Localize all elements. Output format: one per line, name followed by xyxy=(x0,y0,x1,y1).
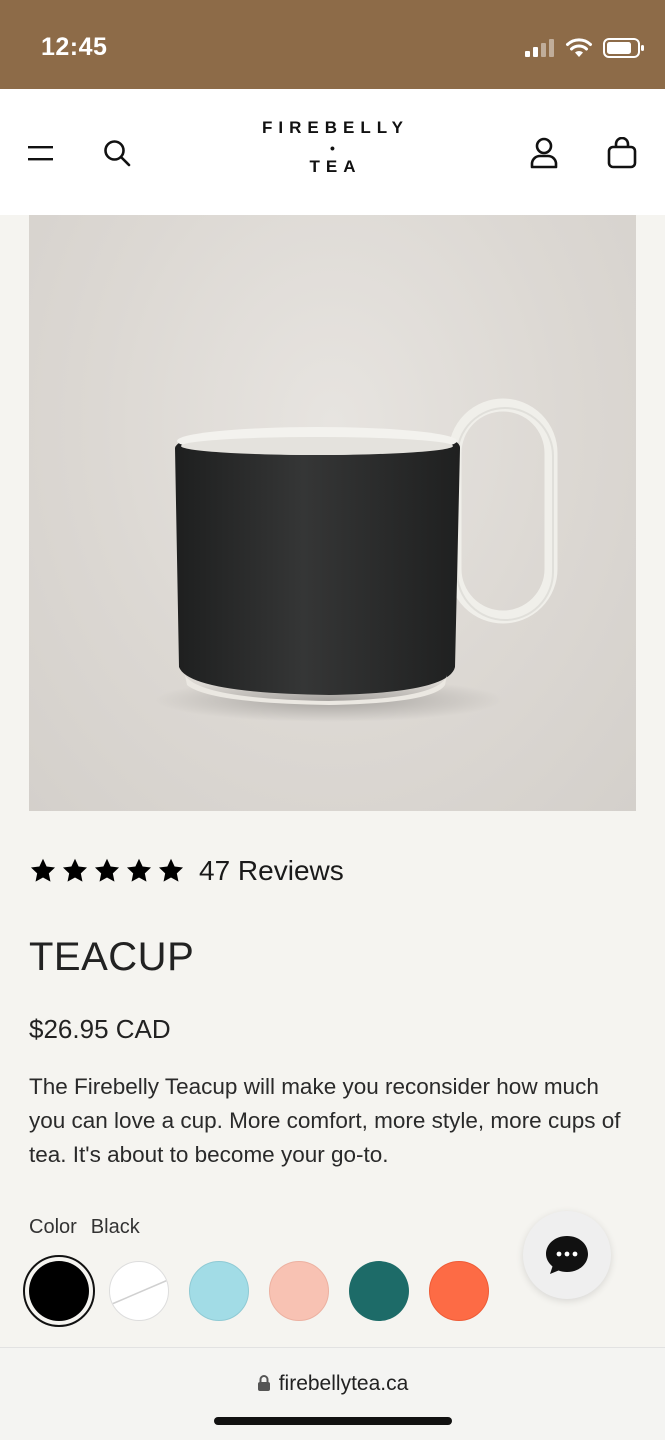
star-icon xyxy=(158,858,184,882)
swatch-black[interactable] xyxy=(29,1261,89,1321)
color-label: Color Black xyxy=(29,1216,140,1239)
swatch-peach[interactable] xyxy=(269,1261,329,1321)
star-icon xyxy=(30,858,56,882)
account-button[interactable] xyxy=(522,131,566,175)
chat-icon xyxy=(546,1236,588,1274)
wifi-icon xyxy=(566,38,592,57)
account-icon xyxy=(530,137,558,169)
search-button[interactable] xyxy=(95,131,139,175)
home-indicator[interactable] xyxy=(214,1417,452,1425)
status-bar: 12:45 xyxy=(0,0,665,89)
star-icon xyxy=(94,858,120,882)
browser-url-bar[interactable]: firebellytea.ca xyxy=(0,1347,665,1440)
chat-button[interactable] xyxy=(523,1211,611,1299)
status-icons xyxy=(525,36,645,60)
star-icon xyxy=(126,858,152,882)
menu-icon xyxy=(28,146,53,161)
url-display[interactable]: firebellytea.ca xyxy=(0,1372,665,1396)
site-logo[interactable]: FIREBELLY • TEA xyxy=(230,118,435,177)
cart-button[interactable] xyxy=(600,131,644,175)
color-value: Black xyxy=(90,1216,140,1238)
product-price: $26.95 CAD xyxy=(29,1014,171,1044)
product-description: The Firebelly Teacup will make you recon… xyxy=(29,1074,621,1167)
search-icon xyxy=(104,140,131,167)
logo-bottom: TEA xyxy=(309,157,362,176)
url-text: firebellytea.ca xyxy=(278,1372,409,1395)
logo-dot: • xyxy=(330,140,335,156)
product-rating[interactable]: 47 Reviews xyxy=(29,855,344,887)
rating-stars xyxy=(29,857,185,885)
signal-icon xyxy=(525,39,554,57)
bag-icon xyxy=(607,137,637,169)
lock-icon xyxy=(257,1375,270,1391)
status-time: 12:45 xyxy=(41,33,108,61)
product-title: TEACUP xyxy=(29,935,195,979)
product-image[interactable] xyxy=(29,215,636,811)
battery-icon xyxy=(603,38,644,58)
teacup-image xyxy=(154,398,558,722)
logo-top: FIREBELLY xyxy=(262,118,409,137)
reviews-link[interactable]: 47 Reviews xyxy=(199,855,344,887)
menu-button[interactable] xyxy=(19,131,63,175)
swatch-teal[interactable] xyxy=(349,1261,409,1321)
swatch-light-blue[interactable] xyxy=(189,1261,249,1321)
swatch-white[interactable] xyxy=(109,1261,169,1321)
swatch-orange[interactable] xyxy=(429,1261,489,1321)
site-header: FIREBELLY • TEA xyxy=(0,89,665,215)
star-icon xyxy=(62,858,88,882)
color-label-text: Color xyxy=(29,1216,77,1238)
